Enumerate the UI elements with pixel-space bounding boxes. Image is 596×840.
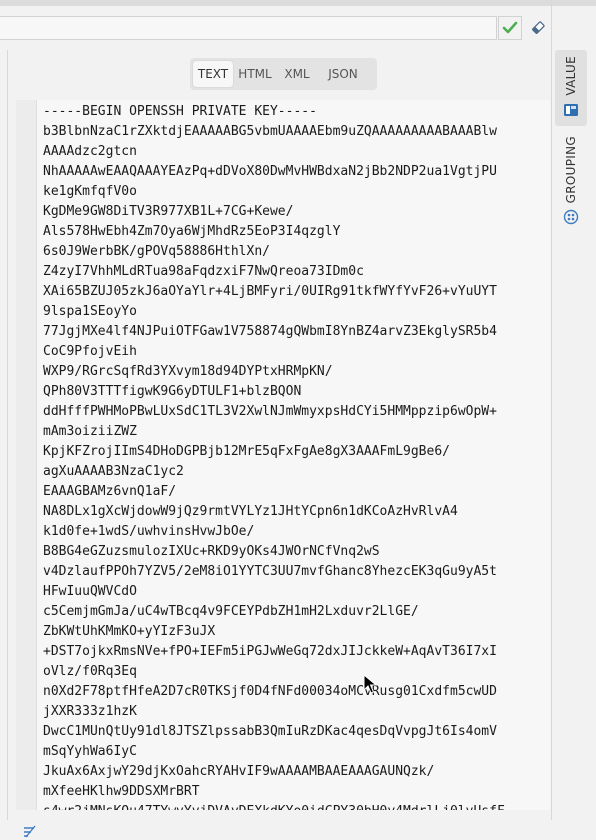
divider [551, 0, 552, 820]
word-wrap-icon[interactable] [22, 824, 38, 838]
top-strip [0, 0, 596, 6]
filter-row [0, 16, 552, 42]
text-line: s4wr2jMNsKQu47TYwvYyjDVAyDEXkdKYo0idCPY3… [43, 802, 548, 810]
text-line: KgDMe9GW8DiTV3R977XB1L+7CG+Kewe/ [43, 204, 294, 219]
tab-xml[interactable]: XML [277, 61, 317, 87]
text-line: 77JgjMXe4lf4NJPuiOTFGaw1V758874gQWbmI8Yn… [43, 324, 497, 339]
tab-html[interactable]: HTML [233, 61, 277, 87]
text-line: Z4zyI7VhhMLdRTua98aFqdzxiF7NwQreoa73IDm0… [43, 264, 364, 279]
clear-filter-button[interactable] [526, 16, 550, 40]
check-icon [502, 21, 518, 34]
text-line: 6s0J9WerbBK/gPOVq58886HthlXn/ [43, 244, 270, 259]
text-line: ke1gKmfqfV0o [43, 184, 137, 199]
text-line: mSqYyhWa6IyC [43, 744, 137, 759]
text-line: NhAAAAAwEAAQAAAYEAzPq+dDVoX80DwMvHWBdxaN… [43, 164, 497, 179]
text-line: ddHfffPWHMoPBwLUxSdC1TL3V2XwlNJmWmyxpsHd… [43, 404, 497, 419]
text-line: jXXR333z1hzK [43, 704, 137, 719]
text-line: KpjKFZrojIImS4DHoDGPBjb12MrE5qFxFgAe8gX3… [43, 444, 450, 459]
text-line: CoC9PfojvEih [43, 344, 137, 359]
text-line: HFwIuuQWVCdO [43, 584, 137, 599]
text-line: XAi65BZUJ05zkJ6aOYaYlr+4LjBMFyri/0UIRg91… [43, 284, 497, 299]
text-line: v4DzlaufPPOh7YZV5/2eM8iO1YYTC3UU7mvfGhan… [43, 564, 497, 579]
text-line: EAAAGBAMz6vnQ1aF/ [43, 484, 177, 499]
value-text: -----BEGIN OPENSSH PRIVATE KEY----- b3Blb… [43, 102, 548, 810]
panel-icon [564, 103, 578, 116]
apply-filter-button[interactable] [498, 16, 522, 40]
text-line: n0Xd2F78ptfHfeA2D7cR0TKSjf0D4fNFd00034oM… [43, 684, 497, 699]
format-tabs: TEXT HTML XML JSON [190, 58, 377, 90]
text-line: QPh80V3TTTfigwK9G6yDTULF1+blzBQON [43, 384, 302, 399]
text-line: NA8DLx1gXcWjdowW9jQz9rmtVYLYz1JHtYCpn6n1… [43, 504, 458, 519]
eraser-icon [532, 21, 545, 34]
value-text-editor[interactable]: -----BEGIN OPENSSH PRIVATE KEY----- b3Blb… [16, 100, 550, 810]
text-line: Als578HwEbh4Zm7Oya6WjMhdRz5EoP3I4qzglY [43, 224, 341, 239]
tab-text[interactable]: TEXT [193, 61, 233, 87]
grouping-icon [563, 210, 579, 225]
tab-json[interactable]: JSON [317, 61, 369, 87]
text-line: DwcC1MUnQtUy91dl8JTSZlpssabB3QmIuRzDKac4… [43, 724, 497, 739]
side-tab-grouping-label: GROUPING [564, 136, 578, 204]
text-line: ZbKWtUhKMmKO+yYIzF3uJX [43, 624, 216, 639]
text-line: oVlz/f0Rq3Eq [43, 664, 137, 679]
side-tab-value[interactable]: VALUE [555, 50, 587, 126]
text-line: c5CemjmGmJa/uC4wTBcq4v9FCEYPdbZH1mH2Lxdu… [43, 604, 419, 619]
side-tab-grouping[interactable]: GROUPING [555, 130, 587, 234]
text-line: mAm3oiziiZWZ [43, 424, 137, 439]
value-viewer-panel: TEXT HTML XML JSON -----BEGIN OPENSSH PR… [0, 0, 596, 840]
text-line: agXuAAAAB3NzaC1yc2 [43, 464, 184, 479]
divider [7, 50, 8, 820]
text-line: k1d0fe+1wdS/uwhvinsHvwJbOe/ [43, 524, 255, 539]
text-line: JkuAx6AxjwY29djKxOahcRYAHvIF9wAAAAMBAAEA… [43, 764, 435, 779]
mouse-cursor [363, 674, 377, 694]
text-line: B8BG4eGZuzsmulozIXUc+RKD9yOKs4JWOrNCfVnq… [43, 544, 380, 559]
text-line: 9lspa1SEoyYo [43, 304, 137, 319]
text-line: b3BlbnNzaC1rZXktdjEAAAAABG5vbmUAAAAEbm9u… [43, 124, 497, 139]
text-line: +DST7ojkxRmsNVe+fPO+IEFm5iPGJwWeGq72dxJI… [43, 644, 497, 659]
status-bar [0, 820, 596, 840]
side-tab-value-label: VALUE [564, 56, 578, 96]
line-gutter [16, 100, 37, 810]
filter-input[interactable] [0, 16, 497, 40]
text-line: mXfeeHKlhw9DDSXMrBRT [43, 784, 200, 799]
text-line: WXP9/RGrcSqfRd3YXvym18d94DYPtxHRMpKN/ [43, 364, 333, 379]
text-line: AAAAdzc2gtcn [43, 144, 137, 159]
text-line: -----BEGIN OPENSSH PRIVATE KEY----- [43, 104, 317, 119]
